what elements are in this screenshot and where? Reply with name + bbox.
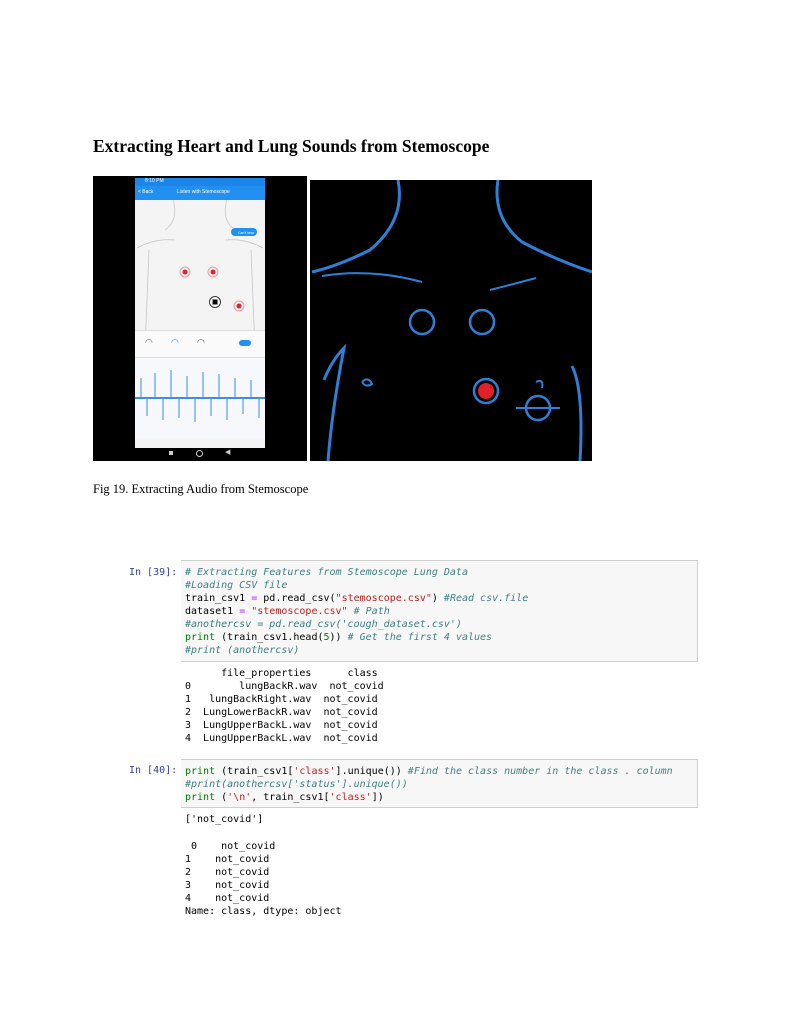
output-line: 0 not_covid (185, 841, 276, 852)
code-line: dataset1 = "stemoscope.csv" # Path (185, 606, 390, 617)
figure-caption: Fig 19. Extracting Audio from Stemoscope (93, 482, 309, 496)
section-heading: Extracting Heart and Lung Sounds from St… (93, 136, 490, 156)
cell-prompt: In [40]: (129, 765, 178, 776)
code-line: #Loading CSV file (185, 580, 288, 591)
shoulder-outline (136, 239, 264, 249)
app-title: Listen with Stemoscope (177, 189, 230, 195)
back-icon[interactable]: ◀ (225, 448, 230, 456)
output-line: 4 LungUpperBackL.wav not_covid (185, 733, 378, 744)
output-line: Name: class, dtype: object (185, 906, 342, 917)
output-line: 0 lungBackR.wav not_covid (185, 681, 384, 692)
recent-apps-icon[interactable] (169, 451, 173, 455)
android-nav-bar: ◀ (135, 448, 265, 461)
output-line: 1 not_covid (185, 854, 270, 865)
code-line: #print(anothercsv['status'].unique()) (185, 779, 408, 790)
audio-waveform (135, 358, 265, 438)
code-line: #print (anothercsv) (185, 645, 300, 656)
chest-outline-diagram (310, 180, 592, 461)
back-button[interactable]: < Back (138, 189, 153, 195)
code-line: print (train_csv1['class'].unique()) #Fi… (185, 766, 673, 777)
status-time: 8:10 PM (145, 178, 164, 184)
heart-mode-icon[interactable]: ◠ (145, 337, 153, 348)
output-line: 3 not_covid (185, 880, 270, 891)
code-line: # Extracting Features from Stemoscope Lu… (185, 567, 468, 578)
output-line: 1 lungBackRight.wav not_covid (185, 694, 378, 705)
body-mode-icon[interactable]: ◠ (197, 337, 205, 348)
output-line: ['not_covid'] (185, 814, 264, 825)
code-line: print (train_csv1.head(5)) # Get the fir… (185, 632, 493, 643)
code-line: train_csv1 = pd.read_csv("stemoscope.csv… (185, 593, 529, 604)
code-cell[interactable]: print (train_csv1['class'].unique()) #Fi… (181, 759, 698, 808)
code-line: #anothercsv = pd.read_csv('cough_dataset… (185, 619, 462, 630)
active-point-marker (478, 383, 494, 399)
neck-outline (164, 200, 236, 231)
output-line: 3 LungUpperBackL.wav not_covid (185, 720, 378, 731)
code-cell[interactable]: # Extracting Features from Stemoscope Lu… (181, 560, 698, 662)
app-header: < Back Listen with Stemoscope (135, 186, 265, 200)
output-line: 2 LungLowerBackR.wav not_covid (185, 707, 378, 718)
cant-hear-label: Can't hear (238, 231, 255, 235)
home-icon[interactable] (196, 450, 203, 457)
lung-mode-icon[interactable]: ◠ (171, 337, 179, 348)
output-line: 2 not_covid (185, 867, 270, 878)
output-line: file_properties class (185, 668, 378, 679)
phone-screen: 8:10 PM < Back Listen with Stemoscope Ca… (135, 178, 265, 448)
toggle-switch[interactable] (239, 340, 251, 346)
code-line: print ('\n', train_csv1['class']) (185, 792, 384, 803)
status-bar: 8:10 PM (135, 178, 265, 186)
output-line: 4 not_covid (185, 893, 270, 904)
mode-toolbar: ◠ ◠ ◠ (135, 330, 265, 358)
stemoscope-app-screenshot: 8:10 PM < Back Listen with Stemoscope Ca… (93, 176, 307, 461)
cell-prompt: In [39]: (129, 567, 178, 578)
